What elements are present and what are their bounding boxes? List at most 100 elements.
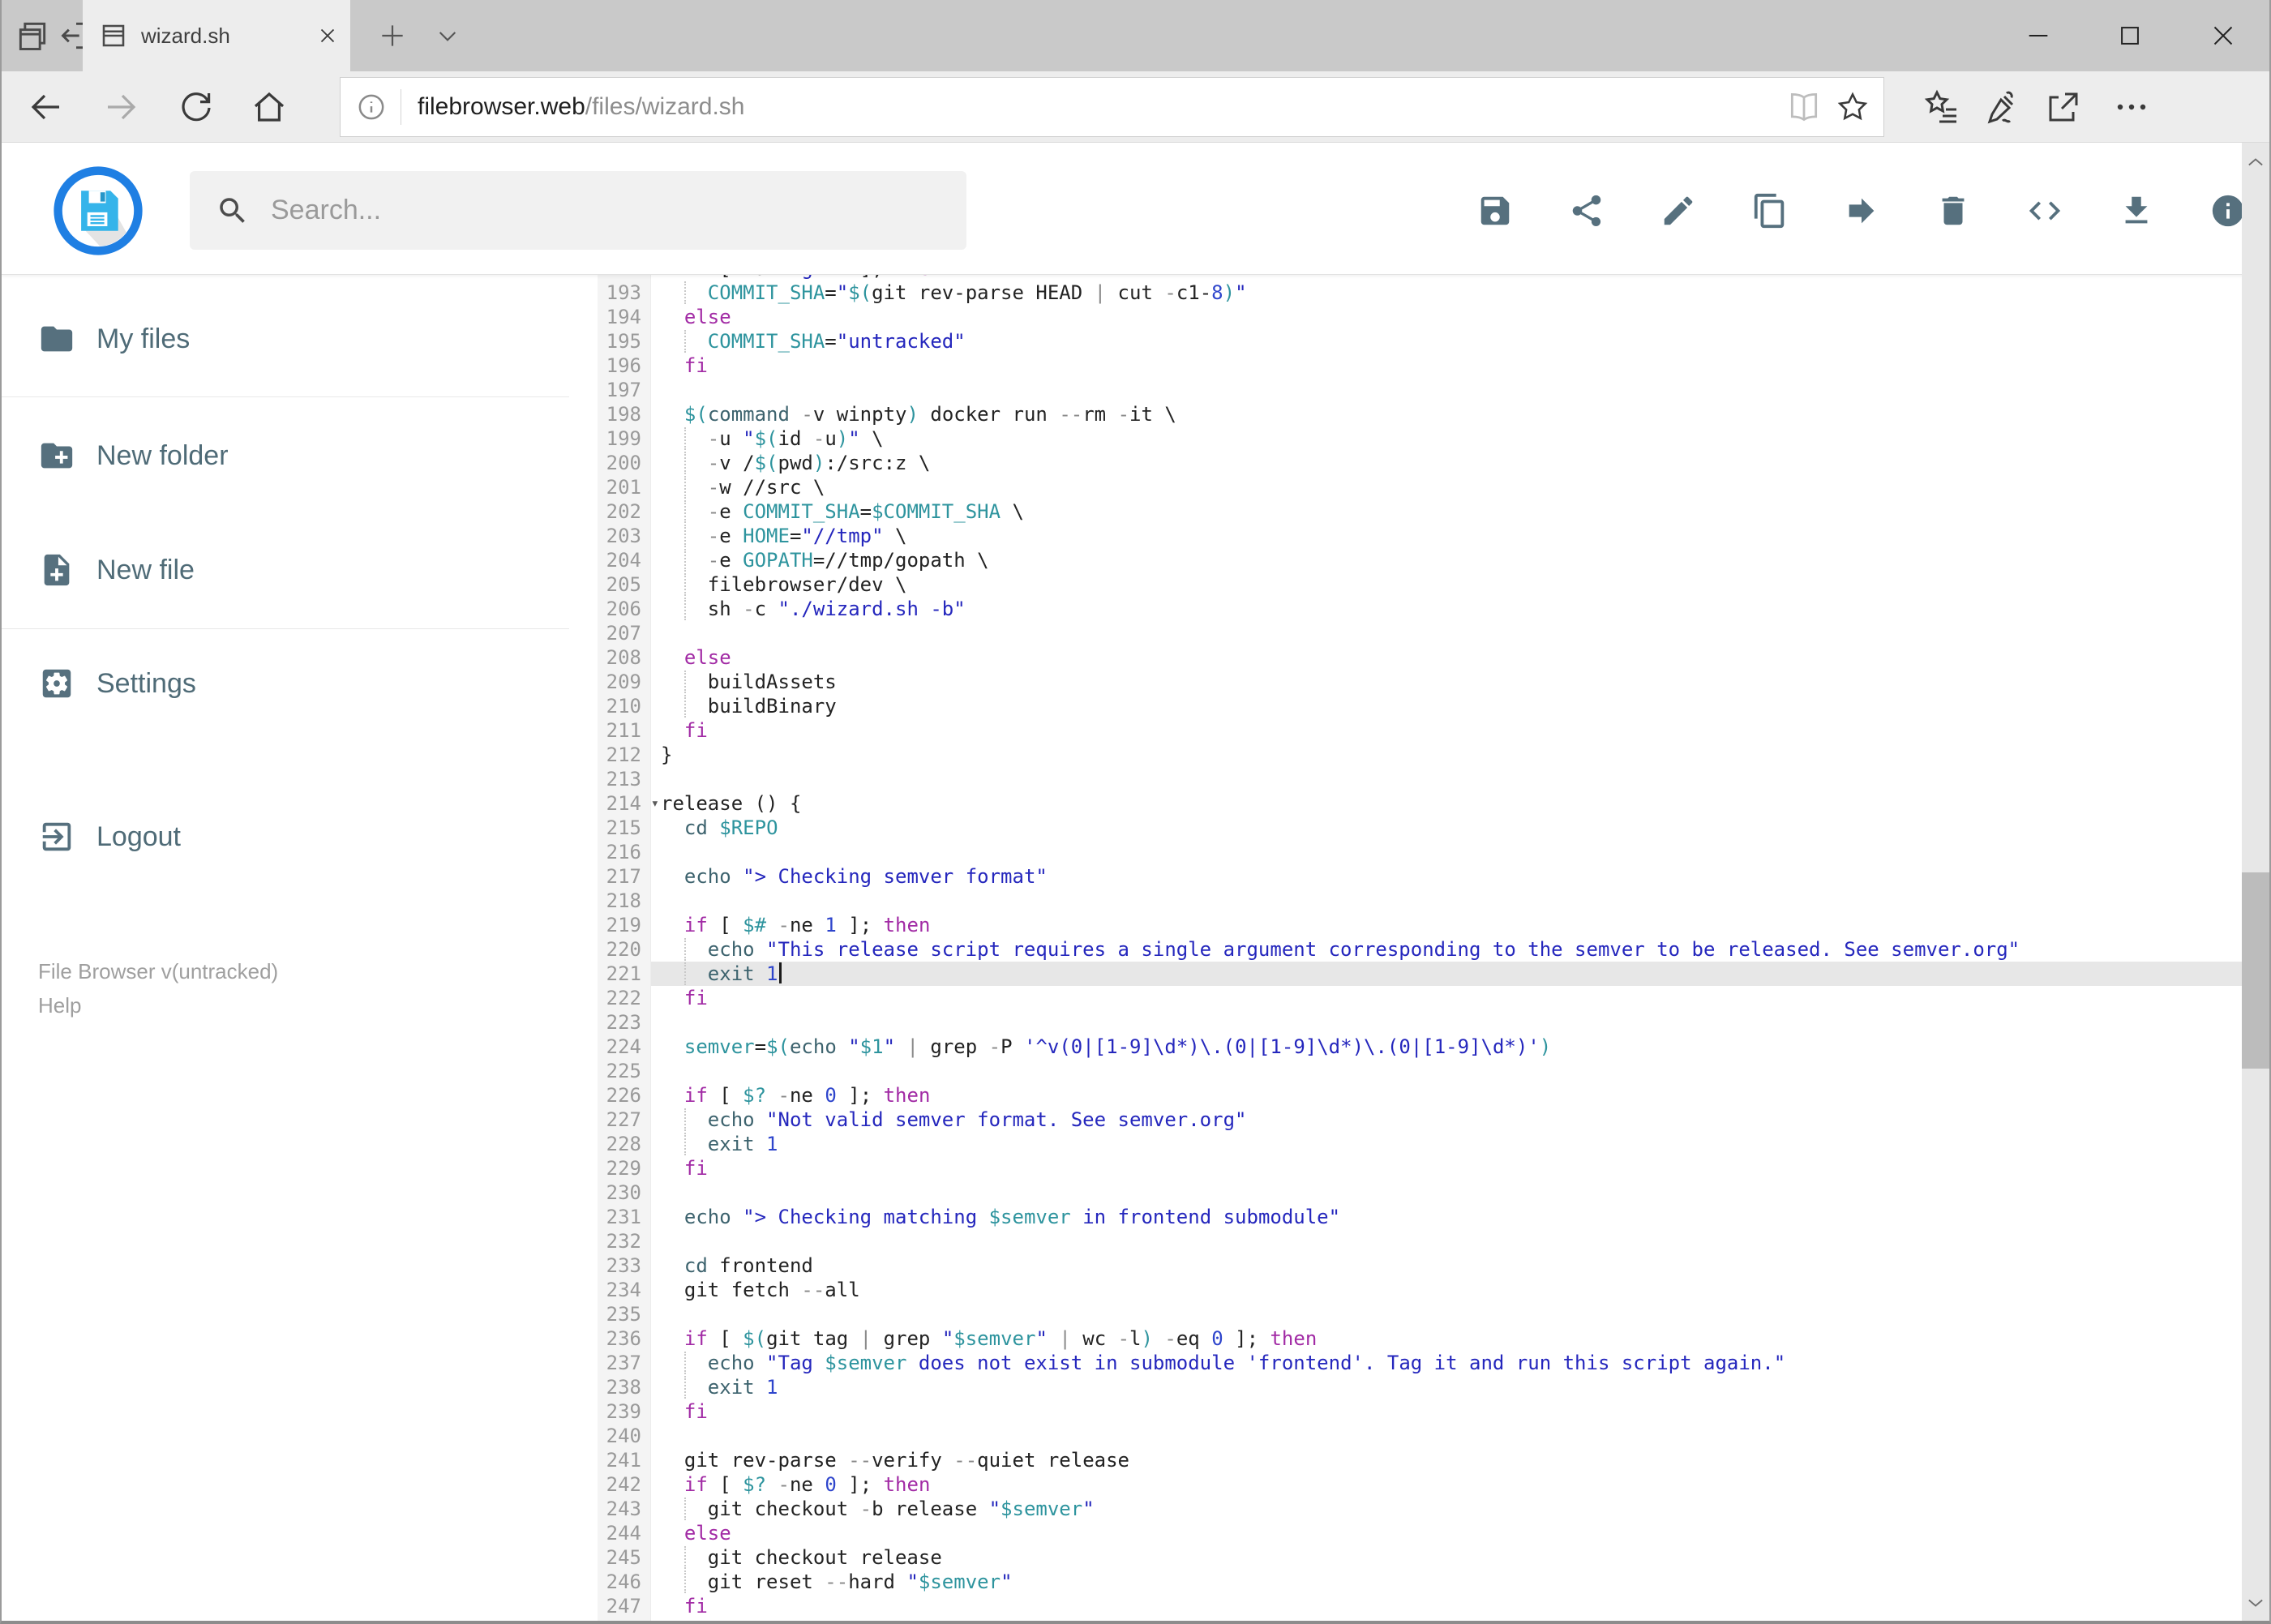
save-button[interactable]	[1449, 185, 1540, 237]
code-line[interactable]: 208 else	[598, 645, 2242, 670]
scroll-up-icon[interactable]	[2244, 151, 2267, 174]
sidebar-item-my-files[interactable]: My files	[2, 315, 569, 363]
code-line[interactable]: 237 echo "Tag $semver does not exist in …	[598, 1351, 2242, 1375]
sidebar-item-logout[interactable]: Logout	[2, 812, 569, 861]
code-line[interactable]: 224 semver=$(echo "$1" | grep -P '^v(0|[…	[598, 1035, 2242, 1059]
site-info-icon[interactable]	[355, 91, 388, 123]
code-line[interactable]: 211 fi	[598, 718, 2242, 743]
code-line[interactable]: 221 exit 1	[598, 962, 2242, 986]
url-text[interactable]: filebrowser.web/files/wizard.sh	[418, 93, 1786, 121]
code-line[interactable]: 241 git rev-parse --verify --quiet relea…	[598, 1448, 2242, 1472]
code-line[interactable]: 232	[598, 1229, 2242, 1253]
code-line[interactable]: 227 echo "Not valid semver format. See s…	[598, 1108, 2242, 1132]
more-options-icon[interactable]	[2112, 88, 2151, 126]
sidebar-item-new-folder[interactable]: New folder	[2, 431, 569, 480]
refresh-button[interactable]	[177, 88, 216, 126]
code-line[interactable]: 242 if [ $? -ne 0 ]; then	[598, 1472, 2242, 1497]
code-line[interactable]: 226 if [ $? -ne 0 ]; then	[598, 1083, 2242, 1108]
code-line[interactable]: 219 if [ $# -ne 1 ]; then	[598, 913, 2242, 937]
code-line[interactable]: 210 buildBinary	[598, 694, 2242, 718]
code-line[interactable]: 195 COMMIT_SHA="untracked"	[598, 329, 2242, 354]
share-page-icon[interactable]	[2044, 88, 2083, 126]
tab-preview-icon[interactable]	[15, 18, 50, 54]
code-line[interactable]: 233 cd frontend	[598, 1253, 2242, 1278]
code-line[interactable]: 235	[598, 1302, 2242, 1326]
code-line[interactable]: 225	[598, 1059, 2242, 1083]
code-line[interactable]: 194 else	[598, 305, 2242, 329]
code-line[interactable]: 244 else	[598, 1521, 2242, 1545]
hub-favorites-icon[interactable]	[1922, 88, 1961, 126]
code-line[interactable]: 229 fi	[598, 1156, 2242, 1181]
code-line[interactable]: 197	[598, 378, 2242, 402]
new-tab-button[interactable]	[368, 0, 417, 71]
copy-button[interactable]	[1724, 185, 1815, 237]
sidebar-item-new-file[interactable]: New file	[2, 546, 569, 594]
indent-guide	[684, 962, 686, 985]
code-line[interactable]: 206 sh -c "./wizard.sh -b"	[598, 597, 2242, 621]
code-line[interactable]: 245 git checkout release	[598, 1545, 2242, 1570]
code-line[interactable]: 240	[598, 1424, 2242, 1448]
web-notes-pen-icon[interactable]	[1982, 88, 2021, 126]
code-line[interactable]: 236 if [ $(git tag | grep "$semver" | wc…	[598, 1326, 2242, 1351]
add-favorite-star-icon[interactable]	[1835, 89, 1870, 125]
code-line[interactable]: 207	[598, 621, 2242, 645]
download-button[interactable]	[2090, 185, 2182, 237]
sidebar-item-settings[interactable]: Settings	[2, 659, 569, 708]
code-editor[interactable]: if [ -d ".git" ]; then193 COMMIT_SHA="$(…	[598, 275, 2242, 1621]
code-line[interactable]: 212}	[598, 743, 2242, 767]
window-maximize-button[interactable]	[2093, 0, 2166, 71]
scrollbar-thumb[interactable]	[2242, 872, 2269, 1069]
window-close-button[interactable]	[2187, 0, 2260, 71]
code-line[interactable]: 216	[598, 840, 2242, 864]
reading-view-icon[interactable]	[1786, 89, 1822, 125]
code-line[interactable]: 202 -e COMMIT_SHA=$COMMIT_SHA \	[598, 499, 2242, 524]
code-line[interactable]: 213	[598, 767, 2242, 791]
code-line[interactable]: 193 COMMIT_SHA="$(git rev-parse HEAD | c…	[598, 281, 2242, 305]
code-line[interactable]: 220 echo "This release script requires a…	[598, 937, 2242, 962]
code-line[interactable]: 234 git fetch --all	[598, 1278, 2242, 1302]
code-line[interactable]: 204 -e GOPATH=//tmp/gopath \	[598, 548, 2242, 572]
code-line[interactable]: 198 $(command -v winpty) docker run --rm…	[598, 402, 2242, 426]
code-line[interactable]: 222 fi	[598, 986, 2242, 1010]
code-line[interactable]: 214 ▾ release () {	[598, 791, 2242, 816]
code-line[interactable]: 239 fi	[598, 1399, 2242, 1424]
code-line[interactable]: 199 -u "$(id -u)" \	[598, 426, 2242, 451]
code-line[interactable]: 228 exit 1	[598, 1132, 2242, 1156]
code-line[interactable]: 196 fi	[598, 354, 2242, 378]
address-bar[interactable]: filebrowser.web/files/wizard.sh	[340, 77, 1884, 137]
page-scrollbar[interactable]	[2242, 143, 2269, 1621]
window-minimize-button[interactable]	[2002, 0, 2075, 71]
edit-button[interactable]	[1632, 185, 1724, 237]
code-line[interactable]: 246 git reset --hard "$semver"	[598, 1570, 2242, 1594]
browser-tab[interactable]: wizard.sh	[83, 0, 350, 71]
code-line[interactable]: 238 exit 1	[598, 1375, 2242, 1399]
code-line[interactable]: 203 -e HOME="//tmp" \	[598, 524, 2242, 548]
delete-button[interactable]	[1907, 185, 1999, 237]
code-line[interactable]: if [ -d ".git" ]; then	[598, 275, 2242, 281]
tab-list-chevron-icon[interactable]	[425, 0, 470, 71]
tab-close-icon[interactable]	[310, 18, 345, 54]
code-line[interactable]: 205 filebrowser/dev \	[598, 572, 2242, 597]
scroll-down-icon[interactable]	[2244, 1592, 2267, 1614]
code-line[interactable]: 200 -v /$(pwd):/src:z \	[598, 451, 2242, 475]
help-link[interactable]: Help	[38, 988, 81, 1022]
code-line[interactable]: 230	[598, 1181, 2242, 1205]
search-input[interactable]	[269, 194, 966, 227]
code-line[interactable]: 201 -w //src \	[598, 475, 2242, 499]
code-line[interactable]: 231 echo "> Checking matching $semver in…	[598, 1205, 2242, 1229]
code-button[interactable]	[1999, 185, 2090, 237]
move-button[interactable]	[1815, 185, 1907, 237]
forward-button[interactable]	[101, 88, 140, 126]
code-line[interactable]: 215 cd $REPO	[598, 816, 2242, 840]
filebrowser-logo[interactable]	[52, 165, 144, 257]
code-line[interactable]: 209 buildAssets	[598, 670, 2242, 694]
home-button[interactable]	[250, 88, 289, 126]
code-line[interactable]: 223	[598, 1010, 2242, 1035]
code-line[interactable]: 247 fi	[598, 1594, 2242, 1618]
code-line[interactable]: 243 git checkout -b release "$semver"	[598, 1497, 2242, 1521]
code-line[interactable]: 217 echo "> Checking semver format"	[598, 864, 2242, 889]
share-button[interactable]	[1540, 185, 1632, 237]
back-button[interactable]	[27, 88, 66, 126]
search-bar[interactable]	[190, 171, 966, 250]
code-line[interactable]: 218	[598, 889, 2242, 913]
